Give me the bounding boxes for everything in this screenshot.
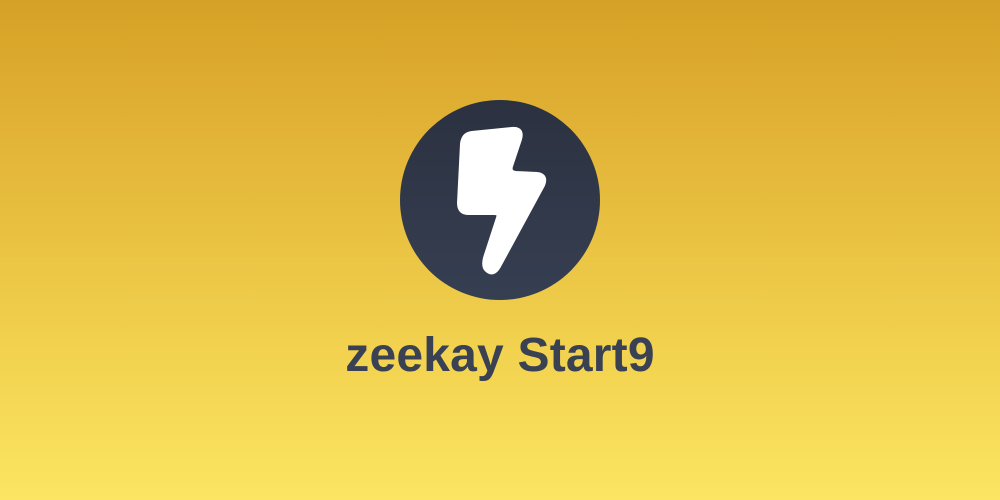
logo-circle [400, 100, 600, 300]
lightning-bolt-icon [457, 126, 547, 275]
brand-title: zeekay Start9 [345, 329, 655, 382]
logo [400, 100, 600, 300]
